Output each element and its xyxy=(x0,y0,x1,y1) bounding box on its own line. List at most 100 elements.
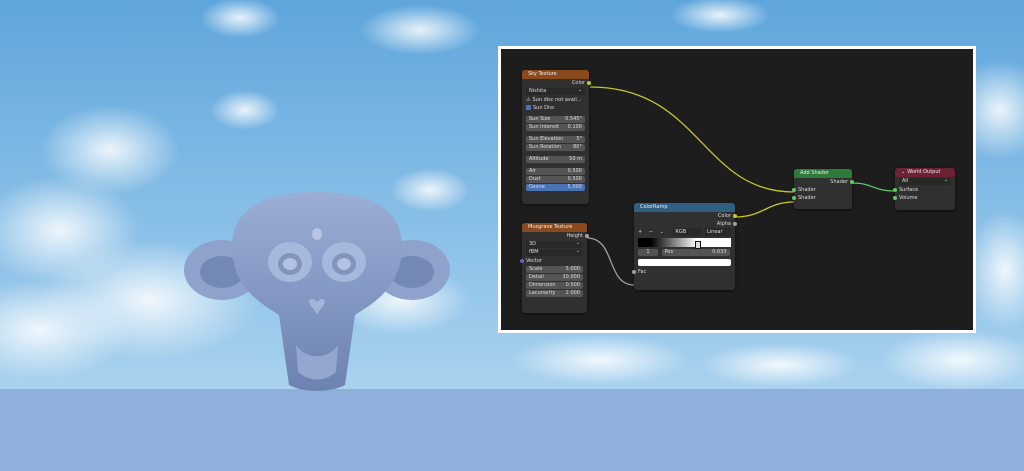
sun-size-value: 0.545° xyxy=(565,116,582,122)
sun-rotation-label: Sun Rotation xyxy=(529,144,562,150)
node-editor-canvas[interactable]: Sky Texture Color Nishita ⚠Sun disc not … xyxy=(501,49,973,330)
add-shader-node[interactable]: Add Shader Shader Shader Shader xyxy=(792,169,854,209)
musgrave-type-dropdown[interactable]: fBM xyxy=(526,249,583,256)
node-editor-window: Sky Texture Color Nishita ⚠Sun disc not … xyxy=(498,46,976,333)
sun-elevation-field[interactable]: Sun Elevation 5° xyxy=(526,136,585,143)
stop-color-swatch[interactable] xyxy=(638,259,731,266)
float-socket-icon[interactable] xyxy=(585,234,589,238)
stop-index-field[interactable]: 1 xyxy=(638,249,658,256)
interpolation-value: Linear xyxy=(706,229,723,235)
chevron-down-icon[interactable]: ⌄ xyxy=(901,169,905,175)
detail-field[interactable]: Detail 10.000 xyxy=(526,274,583,281)
color-mode-value: RGB xyxy=(675,229,687,235)
lacunarity-label: Lacunarity xyxy=(529,290,556,296)
world-volume-input: Volume xyxy=(893,194,955,202)
chevron-down-icon[interactable]: ⌄ xyxy=(660,229,664,235)
colorramp-fac-input: Fac xyxy=(632,268,735,276)
link-ramp-color-to-add-shader xyxy=(734,201,795,218)
color-mode-dropdown[interactable]: RGB xyxy=(673,228,702,236)
altitude-value: 50 m xyxy=(569,156,582,162)
color-socket-icon[interactable] xyxy=(587,81,591,85)
colorramp-fac-label: Fac xyxy=(638,269,647,275)
altitude-field[interactable]: Altitude 50 m xyxy=(526,156,585,163)
musgrave-texture-node[interactable]: Musgrave Texture Height 3D fBM Vector Sc… xyxy=(520,223,589,313)
world-output-header[interactable]: ⌄ World Output xyxy=(895,168,955,177)
sun-size-field[interactable]: Sun Size 0.545° xyxy=(526,116,585,123)
add-shader-input-1: Shader xyxy=(792,186,852,194)
colorramp-header[interactable]: ColorRamp xyxy=(634,203,735,212)
colorramp-node[interactable]: ColorRamp Color Alpha + − ⌄ RGB Linear 1… xyxy=(632,203,737,290)
sun-disc-warning: ⚠ Sun disc not avail... xyxy=(522,96,589,104)
sky-color-output-label: Color xyxy=(571,80,585,86)
sun-elevation-value: 5° xyxy=(576,136,582,142)
add-shader-input-2: Shader xyxy=(792,194,852,202)
musgrave-height-output: Height xyxy=(522,232,589,240)
shader-socket-icon[interactable] xyxy=(893,196,897,200)
sun-elevation-label: Sun Elevation xyxy=(529,136,564,142)
lacunarity-value: 2.000 xyxy=(565,290,580,296)
ozone-label: Ozone xyxy=(529,184,545,190)
sky-texture-header[interactable]: Sky Texture xyxy=(522,70,589,79)
checkbox-checked-icon[interactable] xyxy=(526,105,531,110)
link-musgrave-height-to-ramp-fac xyxy=(586,237,635,286)
shader-socket-icon[interactable] xyxy=(893,188,897,192)
air-label: Air xyxy=(529,168,536,174)
add-shader-input-2-label: Shader xyxy=(798,195,816,201)
vector-socket-icon[interactable] xyxy=(520,259,524,263)
musgrave-vector-input: Vector xyxy=(520,257,587,265)
air-field[interactable]: Air 0.500 xyxy=(526,168,585,175)
add-shader-output: Shader xyxy=(794,178,854,186)
altitude-label: Altitude xyxy=(529,156,549,162)
sun-size-label: Sun Size xyxy=(529,116,551,122)
sky-texture-node[interactable]: Sky Texture Color Nishita ⚠Sun disc not … xyxy=(522,70,591,204)
world-target-dropdown[interactable]: All xyxy=(899,178,951,185)
stop-position-field[interactable]: Pos 0.633 xyxy=(661,249,730,256)
color-socket-icon[interactable] xyxy=(733,214,737,218)
colorramp-toolbar: + − ⌄ RGB Linear xyxy=(634,228,735,237)
add-shader-output-label: Shader xyxy=(830,179,848,185)
warning-icon: ⚠ xyxy=(526,97,531,103)
colorramp-color-label: Color xyxy=(717,213,731,219)
sky-type-dropdown[interactable]: Nishita xyxy=(526,88,585,95)
musgrave-height-label: Height xyxy=(566,233,583,239)
sun-intensity-label: Sun Intensit xyxy=(529,124,559,130)
add-shader-header[interactable]: Add Shader xyxy=(794,169,852,178)
detail-label: Detail xyxy=(529,274,544,280)
world-output-node[interactable]: ⌄World Output All Surface Volume xyxy=(893,168,955,210)
float-socket-icon[interactable] xyxy=(733,222,737,226)
sun-rotation-field[interactable]: Sun Rotation 80° xyxy=(526,144,585,151)
dimension-label: Dimension xyxy=(529,282,556,288)
sun-rotation-value: 80° xyxy=(573,144,582,150)
scale-field[interactable]: Scale 5.000 xyxy=(526,266,583,273)
lacunarity-field[interactable]: Lacunarity 2.000 xyxy=(526,290,583,297)
shader-socket-icon[interactable] xyxy=(850,180,854,184)
ozone-value: 5.000 xyxy=(567,184,582,190)
stop-index-value: 1 xyxy=(646,249,650,255)
dimension-field[interactable]: Dimension 0.500 xyxy=(526,282,583,289)
ground-plane xyxy=(0,389,1024,471)
shader-socket-icon[interactable] xyxy=(792,188,796,192)
interpolation-dropdown[interactable]: Linear xyxy=(704,228,731,236)
sky-color-output: Color xyxy=(522,79,591,87)
float-socket-icon[interactable] xyxy=(632,270,636,274)
musgrave-texture-header[interactable]: Musgrave Texture xyxy=(522,223,587,232)
sun-intensity-field[interactable]: Sun Intensit 0.100 xyxy=(526,124,585,131)
sun-disc-checkbox[interactable]: Sun Disc xyxy=(522,104,589,112)
scale-label: Scale xyxy=(529,266,543,272)
musgrave-dimensions-dropdown[interactable]: 3D xyxy=(526,241,583,248)
add-stop-button[interactable]: + xyxy=(638,229,642,235)
colorramp-color-output: Color xyxy=(634,212,737,220)
add-shader-input-1-label: Shader xyxy=(798,187,816,193)
air-value: 0.500 xyxy=(567,168,582,174)
ozone-field[interactable]: Ozone 5.000 xyxy=(526,184,585,191)
color-ramp-gradient[interactable] xyxy=(638,238,731,249)
stop-settings-row: 1 Pos 0.633 xyxy=(634,248,735,257)
world-surface-input: Surface xyxy=(893,186,955,194)
remove-stop-button[interactable]: − xyxy=(649,229,653,235)
dust-field[interactable]: Dust 0.500 xyxy=(526,176,585,183)
scale-value: 5.000 xyxy=(565,266,580,272)
sun-disc-label: Sun Disc xyxy=(533,105,555,111)
shader-socket-icon[interactable] xyxy=(792,196,796,200)
world-volume-label: Volume xyxy=(899,195,918,201)
stop-position-label: Pos xyxy=(664,249,674,255)
